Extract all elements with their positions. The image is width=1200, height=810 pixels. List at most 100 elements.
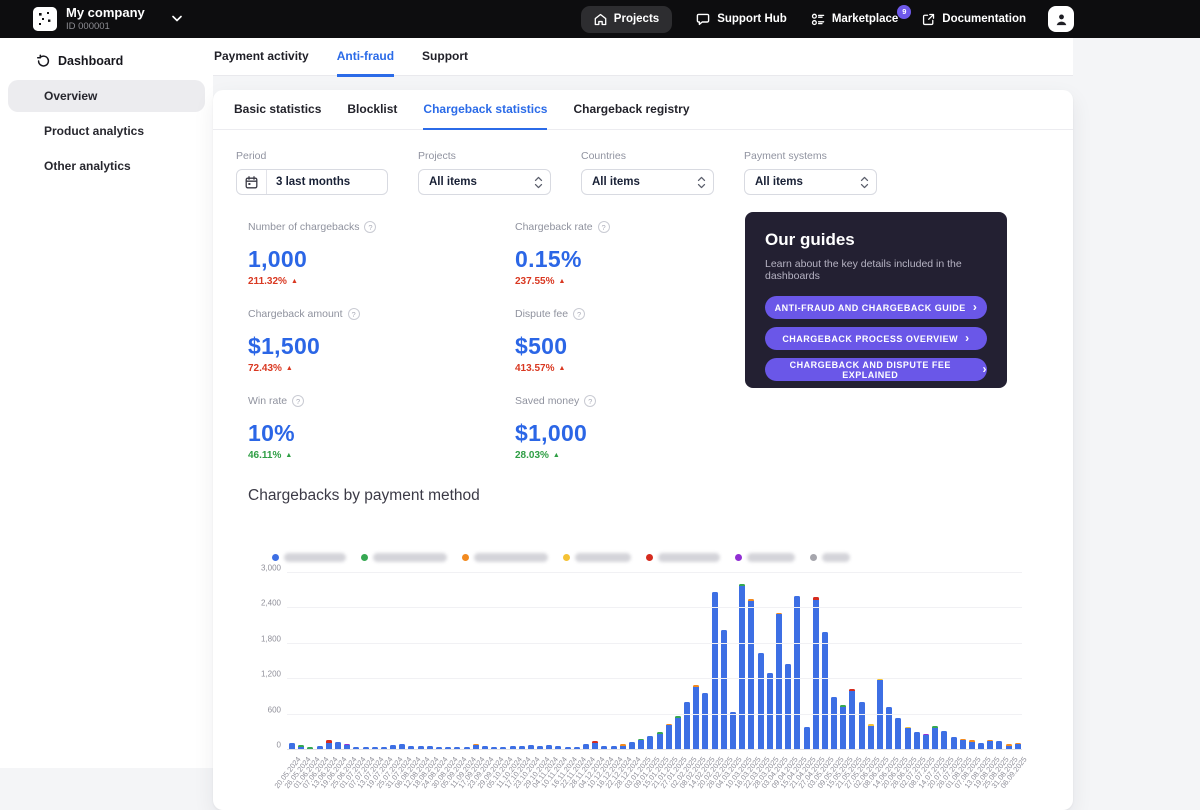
nav-marketplace[interactable]: Marketplace9 xyxy=(811,13,898,26)
filter-projects: ProjectsAll items xyxy=(418,150,551,195)
tab-anti-fraud[interactable]: Anti-fraud xyxy=(337,38,394,77)
stat-label-text: Dispute fee xyxy=(515,308,568,320)
x-axis-tick: 22.11.2024 xyxy=(574,753,580,767)
blue-segment xyxy=(730,712,736,749)
x-axis-tick: 21.05.2025 xyxy=(849,753,855,767)
chart-legend xyxy=(272,553,1073,562)
legend-item-gray[interactable] xyxy=(810,553,850,562)
stat-delta: 211.32%▲ xyxy=(248,276,515,287)
guides-subtitle: Learn about the key details included in … xyxy=(765,258,987,282)
x-axis-tick: 08.06.2025 xyxy=(877,753,883,767)
filters-row: Period3 last monthsProjectsAll itemsCoun… xyxy=(213,130,1073,195)
x-axis-tick: 10.03.2025 xyxy=(739,753,745,767)
blue-segment xyxy=(923,735,929,749)
stat-number-of-chargebacks: Number of chargebacks?1,000211.32%▲ xyxy=(248,221,515,287)
stat-label-text: Chargeback amount xyxy=(248,308,343,320)
x-axis-tick: 14.02.2025 xyxy=(702,753,708,767)
chart-plot: 20.05.202426.05.202401.06.202407.06.2024… xyxy=(287,572,1022,750)
x-axis-tick: 26.07.2025 xyxy=(951,753,957,767)
y-axis-tick: 2,400 xyxy=(241,599,281,608)
nav-documentation[interactable]: Documentation xyxy=(922,13,1026,26)
subtab-chargeback-statistics[interactable]: Chargeback statistics xyxy=(423,90,547,130)
help-icon[interactable]: ? xyxy=(348,308,360,320)
stat-dispute-fee: Dispute fee?$500413.57%▲ xyxy=(515,308,745,374)
nav-support-hub[interactable]: Support Hub xyxy=(696,13,787,26)
x-axis-tick: 22.12.2024 xyxy=(620,753,626,767)
legend-item-blue[interactable] xyxy=(272,553,346,562)
chart-bar xyxy=(987,740,993,749)
home-icon xyxy=(594,13,607,26)
x-axis-tick: 10.12.2024 xyxy=(601,753,607,767)
tab-payment-activity[interactable]: Payment activity xyxy=(214,38,309,77)
help-icon[interactable]: ? xyxy=(598,221,610,233)
stat-delta-value: 46.11% xyxy=(248,450,281,461)
sidebar: Dashboard OverviewProduct analyticsOther… xyxy=(0,38,213,768)
chart-bar xyxy=(804,727,810,749)
legend-item-yellow[interactable] xyxy=(563,553,631,562)
company-switcher[interactable]: My company ID 000001 xyxy=(33,6,182,33)
x-axis-tick: 10.11.2024 xyxy=(555,753,561,767)
chat-icon xyxy=(696,13,710,26)
projects-select[interactable]: All items xyxy=(418,169,551,195)
sidebar-item-other-analytics[interactable]: Other analytics xyxy=(8,150,205,182)
subtab-blocklist[interactable]: Blocklist xyxy=(347,90,397,130)
chart-section: Chargebacks by payment method 20.05.2024… xyxy=(213,487,1073,750)
chart-bar xyxy=(895,718,901,749)
nav-projects[interactable]: Projects xyxy=(581,6,672,33)
chart-bar xyxy=(629,742,635,749)
chart-bar xyxy=(739,584,745,749)
blue-segment xyxy=(895,718,901,749)
yellow-series-dot-icon xyxy=(563,554,570,561)
x-axis-tick: 20.02.2025 xyxy=(712,753,718,767)
sidebar-item-overview[interactable]: Overview xyxy=(8,80,205,112)
chart-bar xyxy=(638,739,644,749)
help-icon[interactable]: ? xyxy=(584,395,596,407)
blue-segment xyxy=(675,718,681,749)
x-axis-tick: 09.04.2025 xyxy=(785,753,791,767)
countries-select[interactable]: All items xyxy=(581,169,714,195)
user-menu-button[interactable] xyxy=(1048,6,1074,32)
stat-chargeback-amount: Chargeback amount?$1,50072.43%▲ xyxy=(248,308,515,374)
x-axis-tick: 28.12.2024 xyxy=(629,753,635,767)
help-icon[interactable]: ? xyxy=(573,308,585,320)
x-axis-tick: 27.01.2025 xyxy=(675,753,681,767)
legend-item-red[interactable] xyxy=(646,553,720,562)
chart-bar xyxy=(748,599,754,749)
legend-item-green[interactable] xyxy=(361,553,447,562)
legend-item-purple[interactable] xyxy=(735,553,795,562)
tab-support[interactable]: Support xyxy=(422,38,468,77)
purple-series-dot-icon xyxy=(735,554,742,561)
blue-segment xyxy=(638,740,644,749)
y-axis-tick: 0 xyxy=(241,741,281,750)
sidebar-item-product-analytics[interactable]: Product analytics xyxy=(8,115,205,147)
stat-saved-money: Saved money?$1,00028.03%▲ xyxy=(515,395,745,461)
chart-bar xyxy=(932,726,938,749)
main-content: Payment activity Anti-fraud Support Basic … xyxy=(213,38,1073,810)
guide-button-chargeback-and-dispute-fee-explained[interactable]: CHARGEBACK AND DISPUTE FEE EXPLAINED› xyxy=(765,358,987,381)
x-axis-tick: 20.05.2024 xyxy=(289,753,295,767)
subtab-chargeback-registry[interactable]: Chargeback registry xyxy=(573,90,689,130)
x-axis-tick: 30.08.2024 xyxy=(445,753,451,767)
x-axis-tick: 05.09.2024 xyxy=(454,753,460,767)
sidebar-section-label: Dashboard xyxy=(58,54,123,68)
legend-item-orange[interactable] xyxy=(462,553,548,562)
chart-bar xyxy=(666,724,672,749)
x-axis-tick: 18.08.2024 xyxy=(427,753,433,767)
guide-button-chargeback-process-overview[interactable]: CHARGEBACK PROCESS OVERVIEW› xyxy=(765,327,987,350)
nav-label: Projects xyxy=(614,13,659,25)
payment-systems-select[interactable]: All items xyxy=(744,169,877,195)
y-axis-tick: 600 xyxy=(241,705,281,714)
help-icon[interactable]: ? xyxy=(364,221,376,233)
help-icon[interactable]: ? xyxy=(292,395,304,407)
guide-button-label: CHARGEBACK PROCESS OVERVIEW xyxy=(782,334,958,344)
guide-button-anti-fraud-and-chargeback-guide[interactable]: ANTI-FRAUD AND CHARGEBACK GUIDE› xyxy=(765,296,987,319)
period-picker[interactable]: 3 last months xyxy=(236,169,388,195)
stat-label-text: Number of chargebacks xyxy=(248,221,359,233)
x-axis-tick: 03.05.2025 xyxy=(822,753,828,767)
x-axis-tick: 24.08.2024 xyxy=(436,753,442,767)
subtab-basic-statistics[interactable]: Basic statistics xyxy=(234,90,321,130)
chart-bar xyxy=(822,632,828,749)
chart-bar xyxy=(868,724,874,749)
x-axis-tick: 13.07.2024 xyxy=(372,753,378,767)
x-axis-tick: 14.06.2025 xyxy=(886,753,892,767)
